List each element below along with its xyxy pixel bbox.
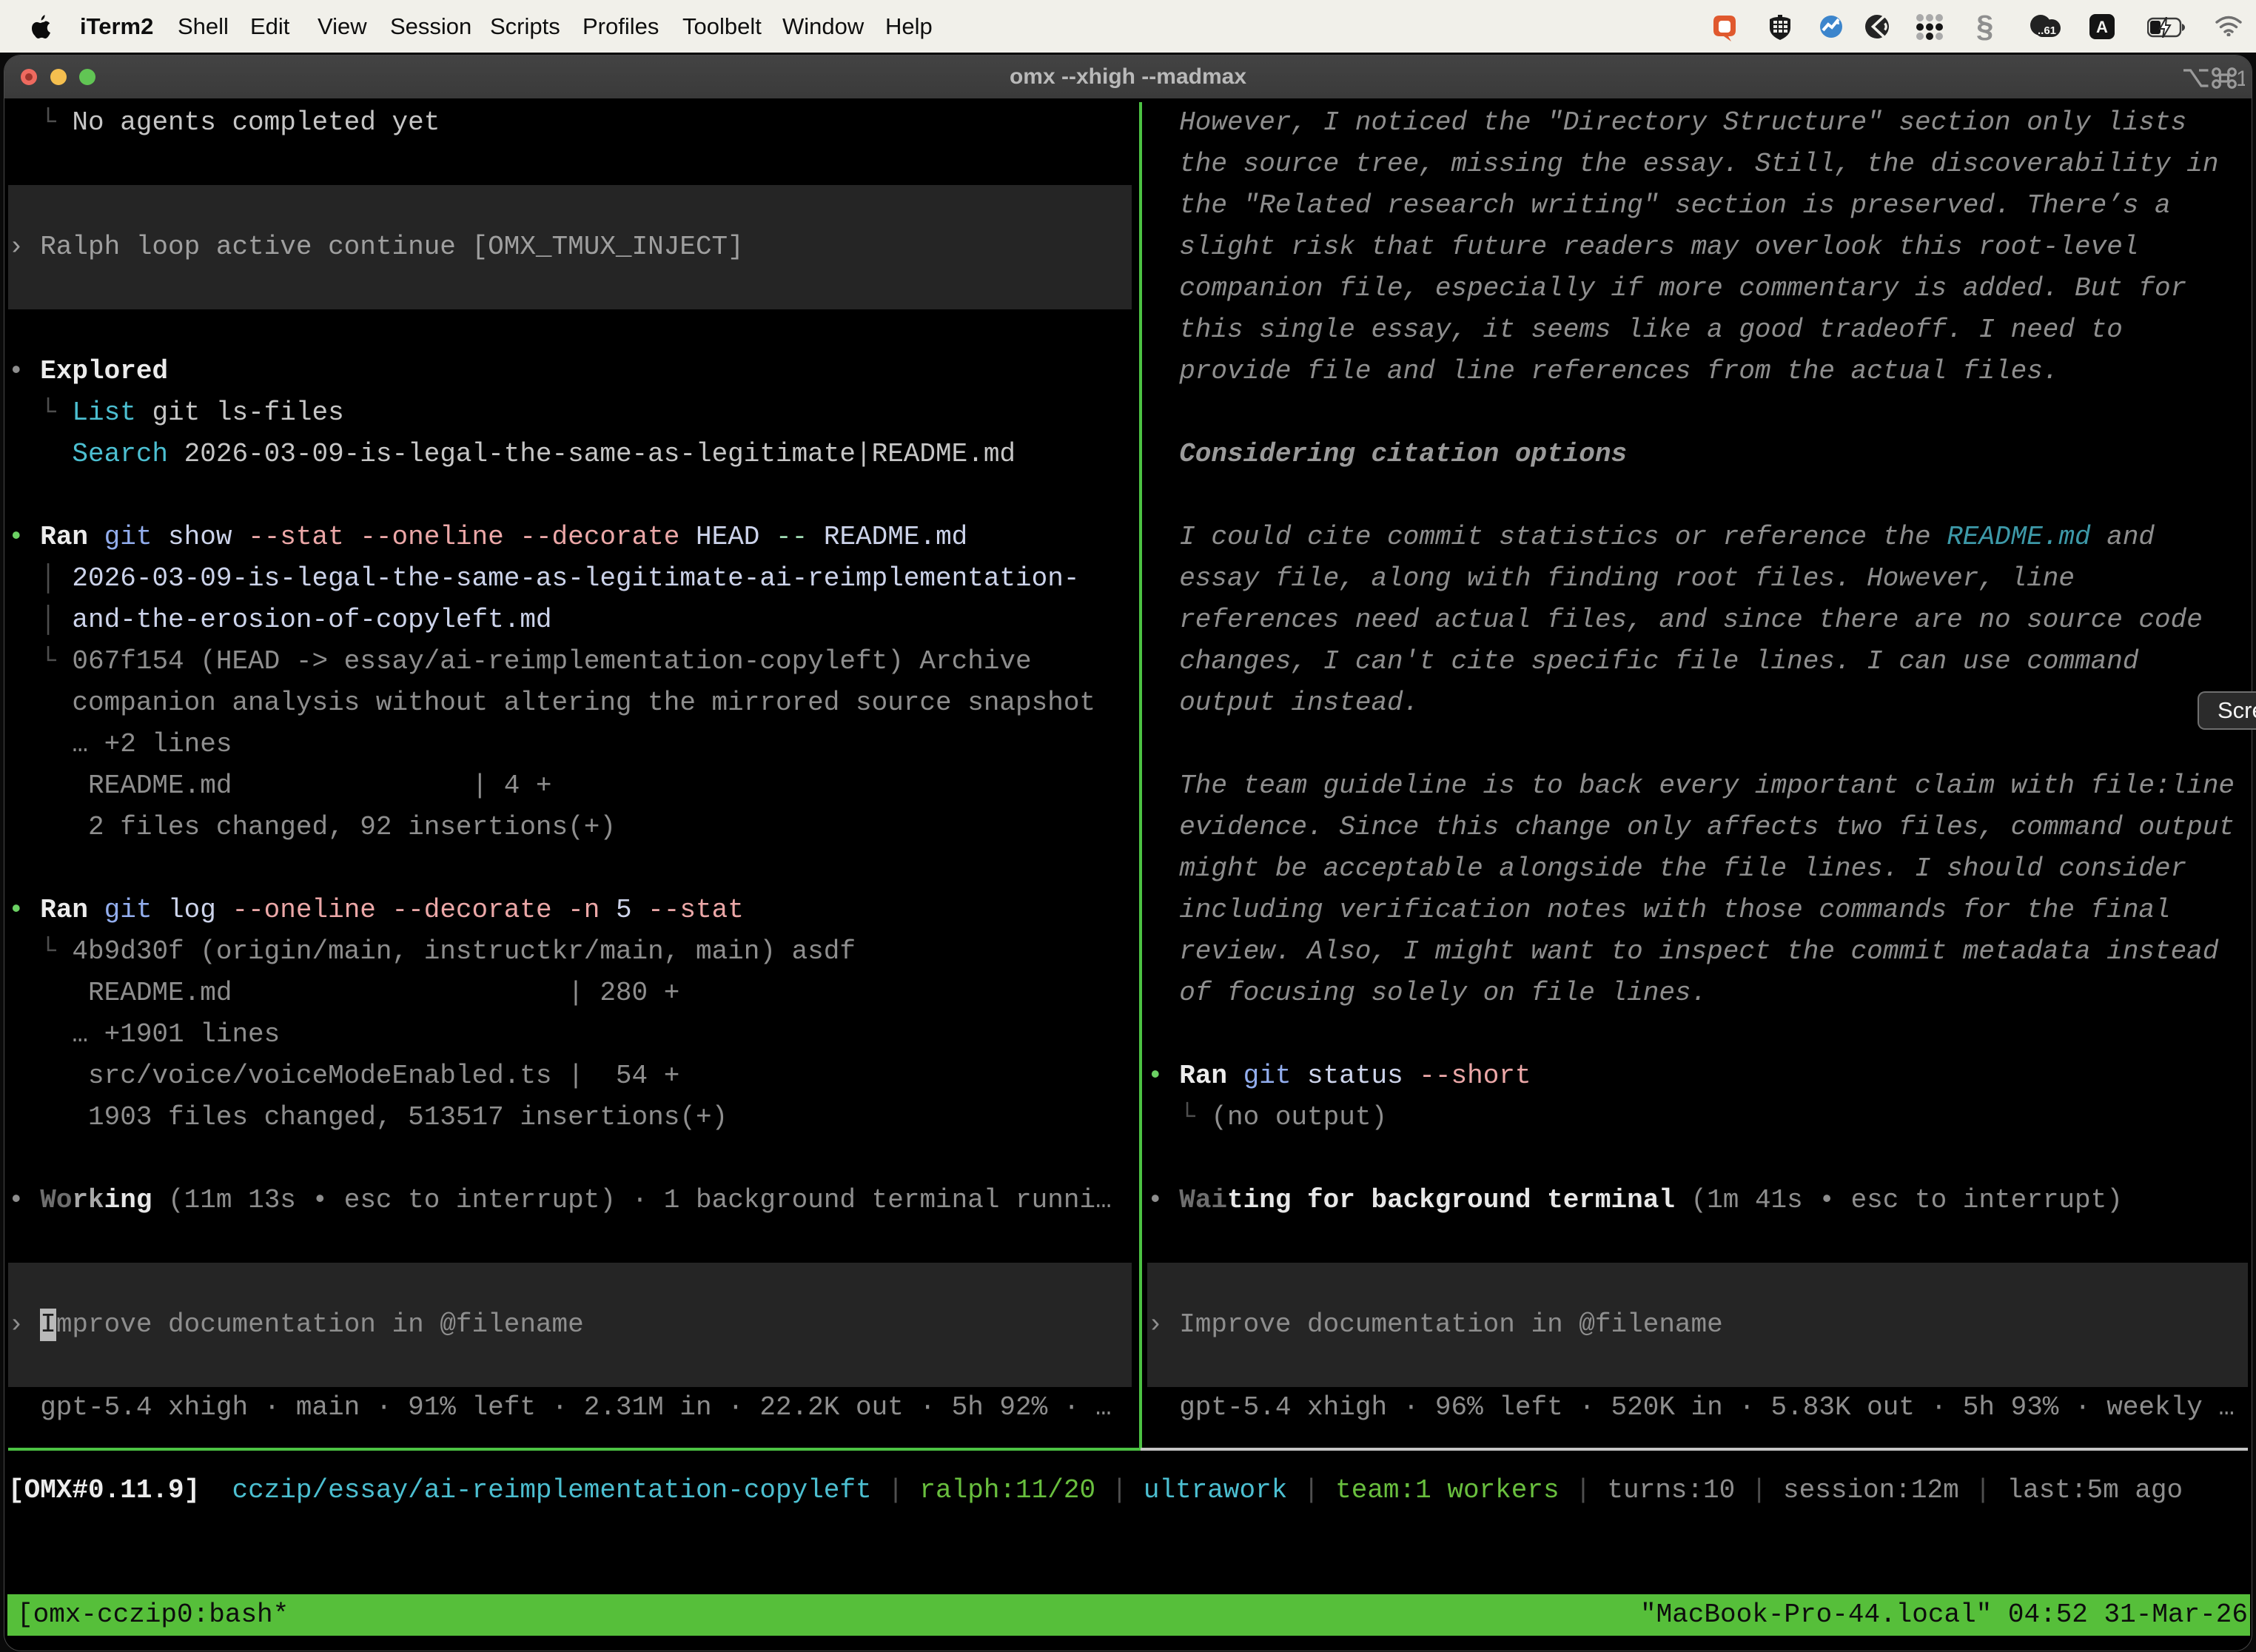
svg-text:1: 1 [2236,67,2245,89]
svg-text:A: A [2096,18,2108,36]
svg-text:..61: ..61 [2038,24,2056,37]
